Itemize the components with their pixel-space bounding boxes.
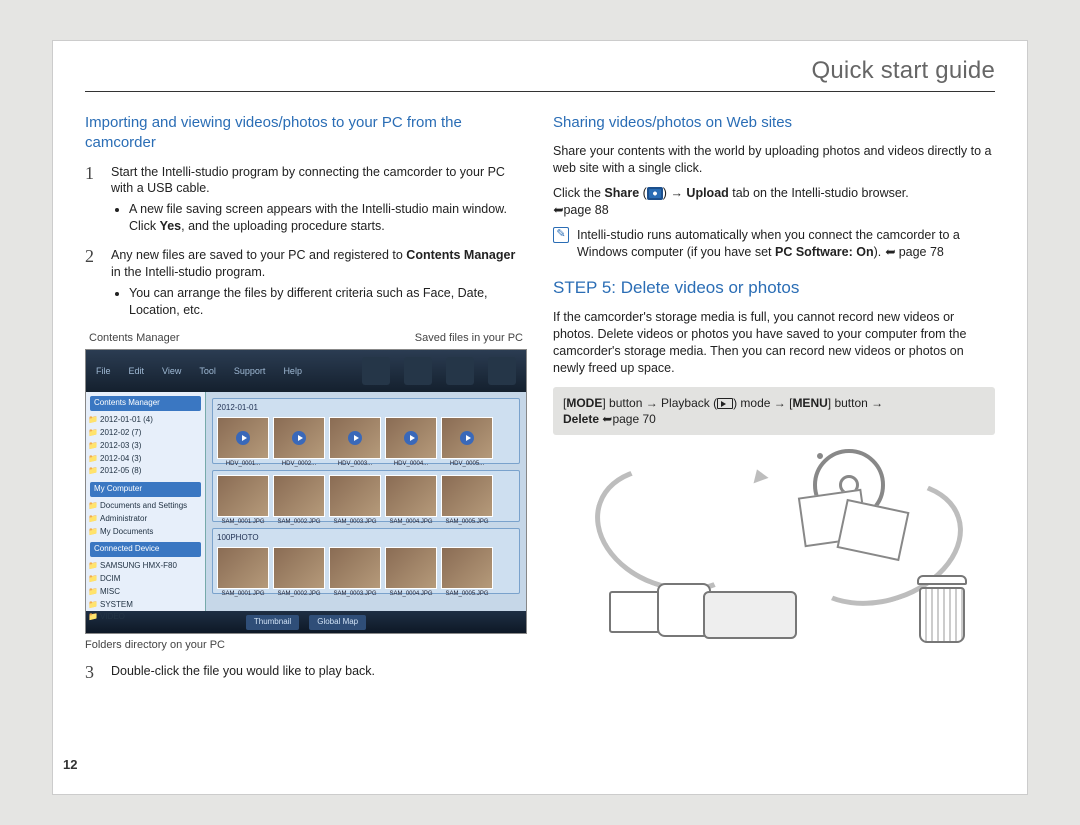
folder-item[interactable]: 2012-04 (3): [90, 453, 201, 466]
app-menu-bar: File Edit View Tool Support Help: [86, 350, 526, 392]
playback-icon: [717, 398, 733, 409]
step-1-text: Start the Intelli-studio program by conn…: [111, 165, 505, 196]
thumb-group: 2012-01-01 HDV_0001... HDV_0002... HDV_0…: [212, 398, 520, 464]
page-header: Quick start guide: [85, 57, 995, 92]
photo-thumb[interactable]: SAM_0002.JPG: [273, 475, 325, 517]
photo-thumb[interactable]: SAM_0004.JPG: [385, 547, 437, 589]
video-thumb[interactable]: HDV_0003...: [329, 417, 381, 459]
menu-tool[interactable]: Tool: [199, 365, 216, 377]
thumbnail-area: 2012-01-01 HDV_0001... HDV_0002... HDV_0…: [206, 392, 526, 611]
screenshot-top-labels: Contents Manager Saved files in your PC: [85, 331, 527, 346]
photo-thumb[interactable]: SAM_0003.JPG: [329, 475, 381, 517]
folder-item[interactable]: DCIM: [90, 573, 201, 586]
sidebar-section-mycomputer: My Computer: [90, 482, 201, 497]
folder-item[interactable]: SYSTEM: [90, 599, 201, 612]
tab-share[interactable]: [488, 357, 516, 385]
video-thumb[interactable]: HDV_0005...: [441, 417, 493, 459]
sidebar-section-device: Connected Device: [90, 542, 201, 557]
sidebar-tree: Contents Manager 2012-01-01 (4) 2012-02 …: [86, 392, 206, 611]
menu-view[interactable]: View: [162, 365, 181, 377]
page-number: 12: [63, 757, 77, 772]
thumb-group: SAM_0001.JPG SAM_0002.JPG SAM_0003.JPG S…: [212, 470, 520, 522]
sharing-intro: Share your contents with the world by up…: [553, 143, 995, 177]
photo-thumb[interactable]: SAM_0005.JPG: [441, 475, 493, 517]
note-icon: ✎: [553, 227, 569, 243]
menu-file[interactable]: File: [96, 365, 111, 377]
tab-photo-edit[interactable]: [404, 357, 432, 385]
photo-thumb[interactable]: SAM_0001.JPG: [217, 547, 269, 589]
folder-item[interactable]: MISC: [90, 586, 201, 599]
delete-paragraph: If the camcorder's storage media is full…: [553, 309, 995, 377]
label-folders-dir: Folders directory on your PC: [85, 638, 527, 653]
intelli-studio-screenshot: File Edit View Tool Support Help: [85, 349, 527, 634]
sidebar-section-contents: Contents Manager: [90, 396, 201, 411]
tab-movie-edit[interactable]: [446, 357, 474, 385]
step-3: 3 Double-click the file you would like t…: [85, 663, 527, 683]
step-number: 1: [85, 164, 99, 238]
video-thumb[interactable]: HDV_0002...: [273, 417, 325, 459]
photo-thumb[interactable]: SAM_0001.JPG: [217, 475, 269, 517]
photo-thumb[interactable]: SAM_0002.JPG: [273, 547, 325, 589]
share-icon: [647, 187, 663, 200]
note-text: Intelli-studio runs automatically when y…: [577, 227, 995, 261]
camcorder-icon: [637, 569, 797, 639]
heading-sharing: Sharing videos/photos on Web sites: [553, 113, 995, 133]
folder-item[interactable]: My Documents: [90, 526, 201, 539]
steps-list: 1 Start the Intelli-studio program by co…: [85, 164, 527, 321]
global-map-button[interactable]: Global Map: [309, 615, 366, 630]
right-column: Sharing videos/photos on Web sites Share…: [553, 113, 995, 772]
step-number: 3: [85, 663, 99, 683]
trash-icon: [913, 575, 971, 643]
video-thumb[interactable]: HDV_0004...: [385, 417, 437, 459]
menu-edit[interactable]: Edit: [129, 365, 145, 377]
delete-illustration: [553, 449, 995, 649]
mode-sequence-box: [MODE] button → Playback () mode → [MENU…: [553, 387, 995, 435]
note-block: ✎ Intelli-studio runs automatically when…: [553, 227, 995, 261]
left-column: Importing and viewing videos/photos to y…: [85, 113, 527, 772]
step-number: 2: [85, 247, 99, 321]
thumb-group: 100PHOTO SAM_0001.JPG SAM_0002.JPG SAM_0…: [212, 528, 520, 594]
step-1: 1 Start the Intelli-studio program by co…: [85, 164, 527, 238]
thumbnail-button[interactable]: Thumbnail: [246, 615, 299, 630]
folder-item[interactable]: 2012-01-01 (4): [90, 414, 201, 427]
folder-item[interactable]: Documents and Settings: [90, 500, 201, 513]
step-1-bullet: A new file saving screen appears with th…: [129, 201, 527, 235]
photo-thumb[interactable]: SAM_0005.JPG: [441, 547, 493, 589]
heading-step5: STEP 5: Delete videos or photos: [553, 277, 995, 300]
step-2-bullet: You can arrange the files by different c…: [129, 285, 527, 319]
page-title: Quick start guide: [812, 57, 995, 84]
folder-item[interactable]: Administrator: [90, 513, 201, 526]
tab-library[interactable]: [362, 357, 390, 385]
folder-item[interactable]: 2012-02 (7): [90, 427, 201, 440]
folder-item[interactable]: 2012-03 (3): [90, 440, 201, 453]
label-saved-files: Saved files in your PC: [415, 331, 523, 346]
sharing-click: Click the Share () → Upload tab on the I…: [553, 185, 995, 219]
folder-item[interactable]: SAMSUNG HMX-F80: [90, 560, 201, 573]
step-3-text: Double-click the file you would like to …: [111, 664, 375, 678]
step-2: 2 Any new files are saved to your PC and…: [85, 247, 527, 321]
folder-item[interactable]: VIDEO: [90, 611, 201, 624]
label-contents-manager: Contents Manager: [89, 331, 180, 346]
photo-thumb[interactable]: SAM_0004.JPG: [385, 475, 437, 517]
folder-item[interactable]: 2012-05 (8): [90, 465, 201, 478]
photo-thumb[interactable]: SAM_0003.JPG: [329, 547, 381, 589]
menu-support[interactable]: Support: [234, 365, 266, 377]
video-thumb[interactable]: HDV_0001...: [217, 417, 269, 459]
manual-page: Quick start guide 12 Importing and viewi…: [52, 40, 1028, 795]
heading-importing: Importing and viewing videos/photos to y…: [85, 113, 527, 154]
menu-help[interactable]: Help: [283, 365, 302, 377]
